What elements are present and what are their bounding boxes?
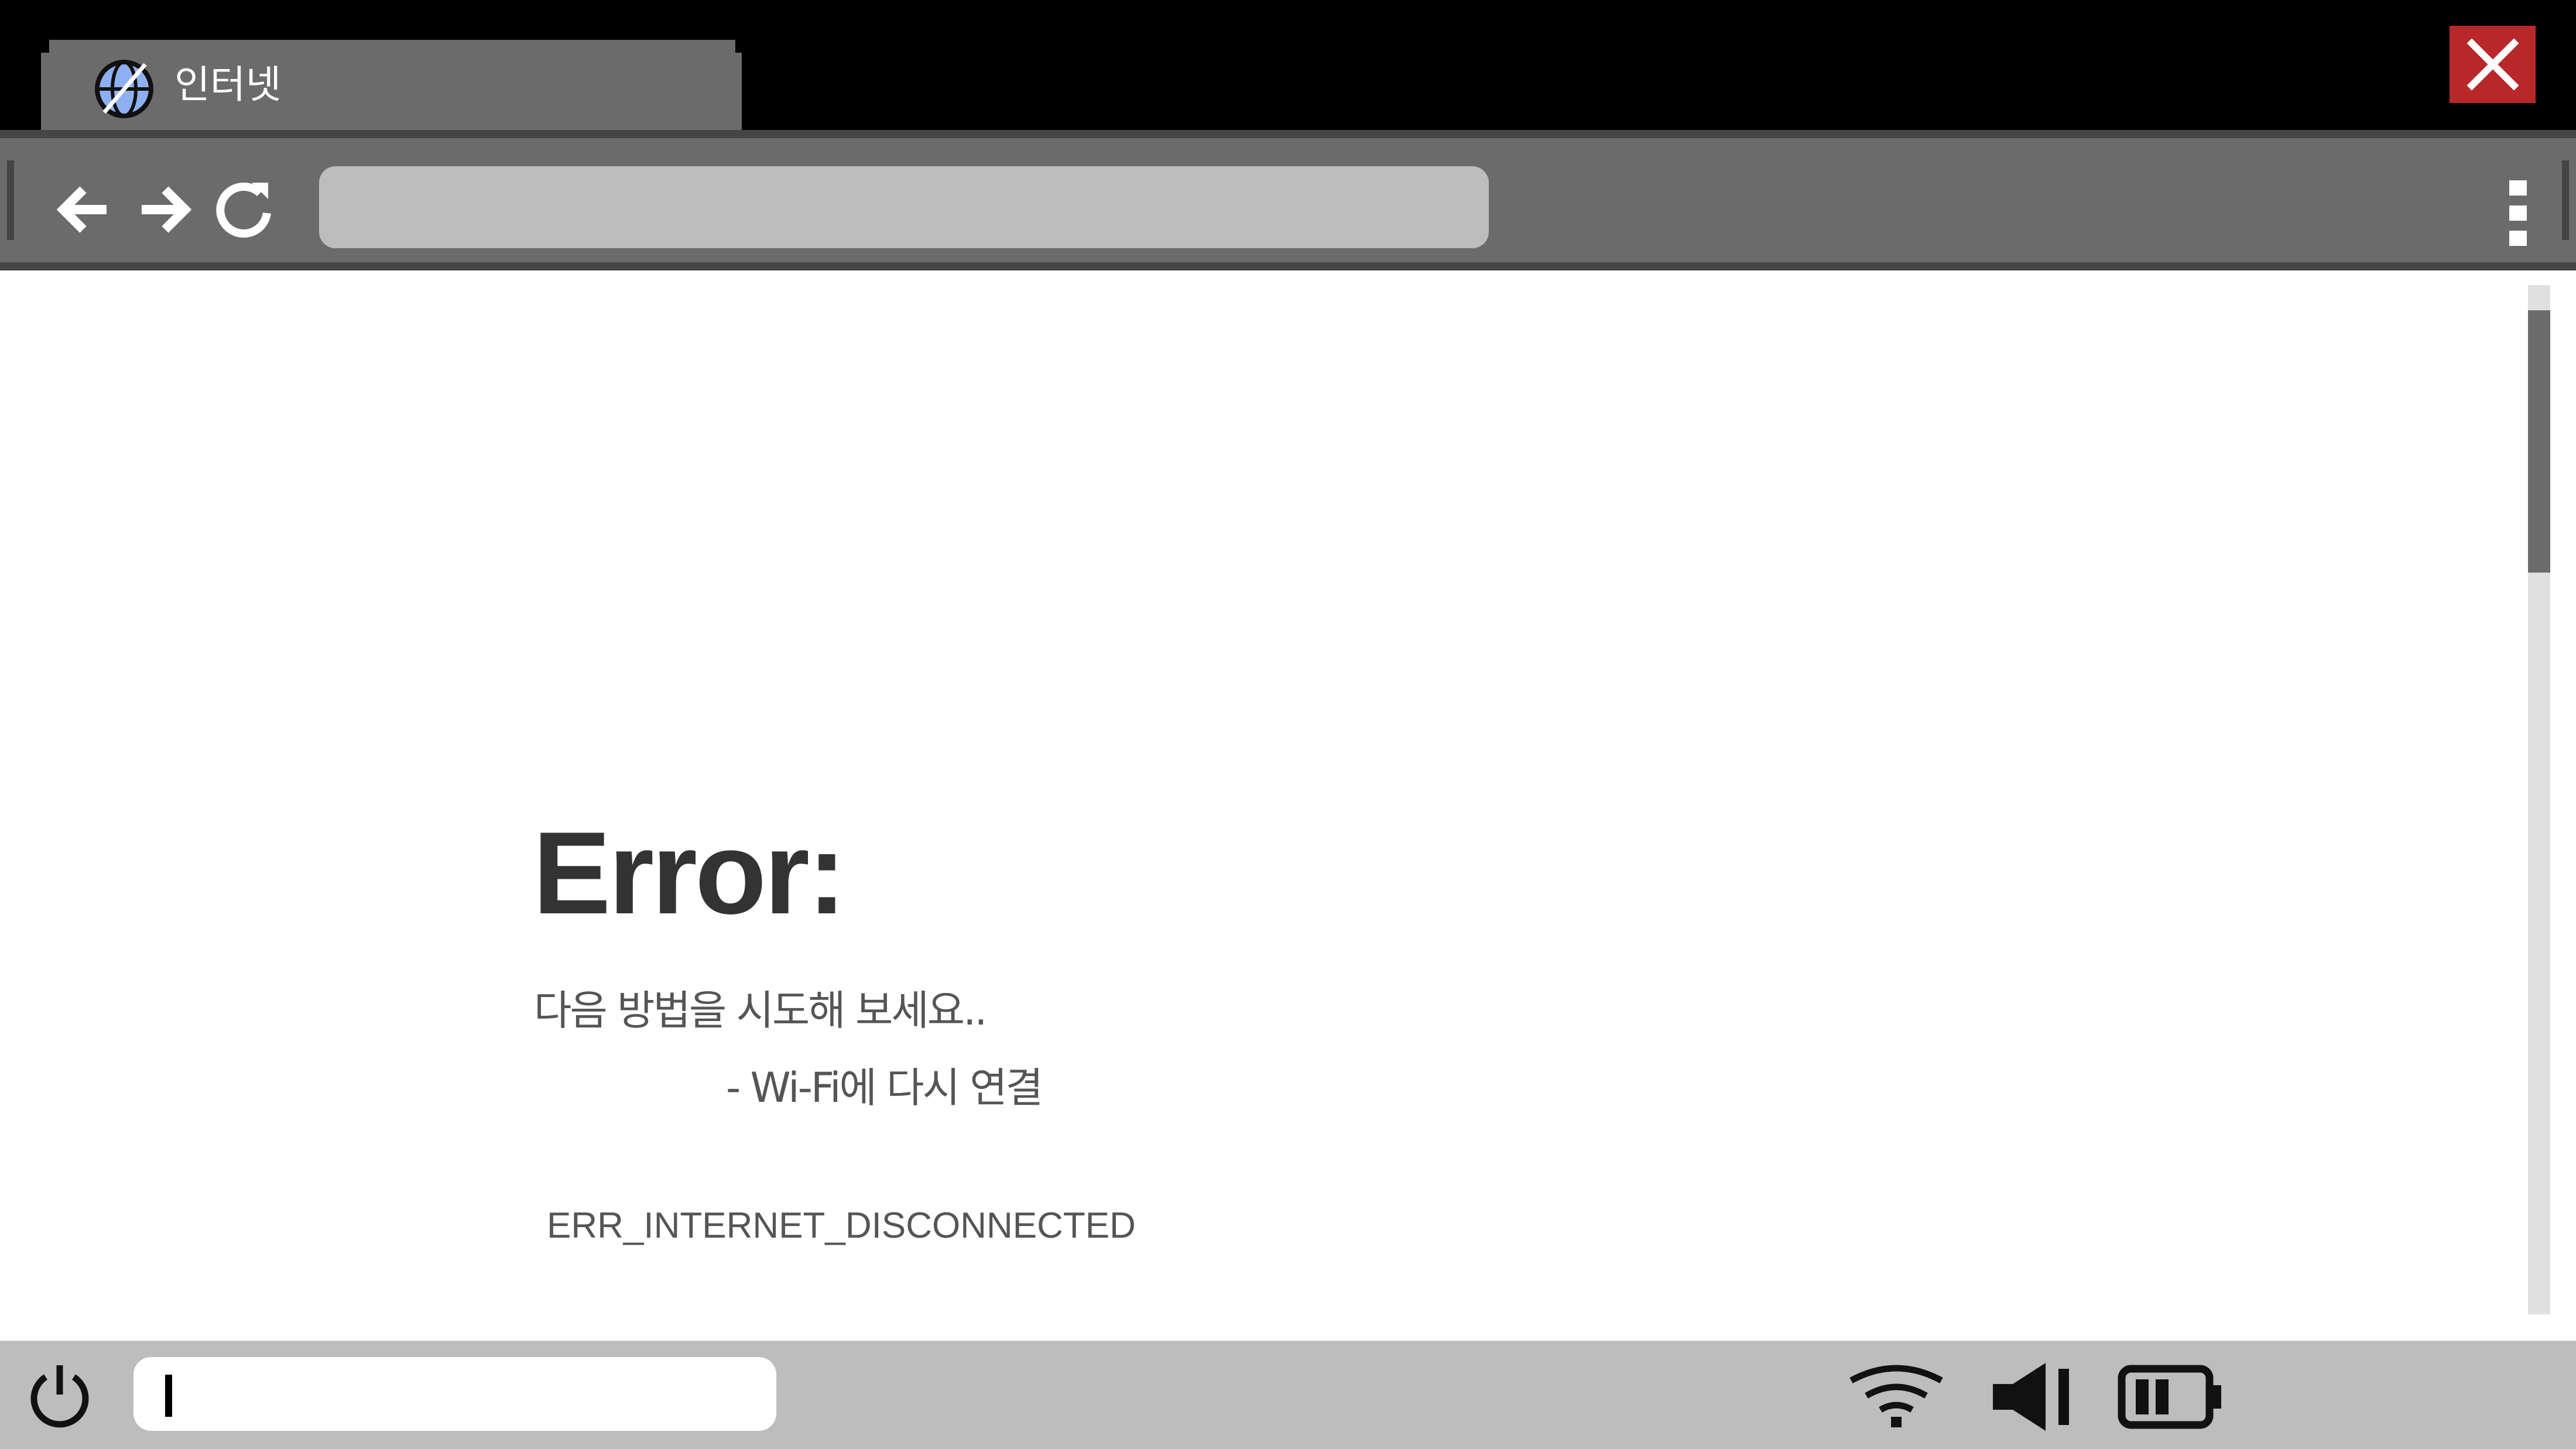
volume-icon[interactable]: [1989, 1361, 2076, 1433]
scrollbar-thumb[interactable]: [2528, 310, 2550, 573]
reload-icon: [216, 182, 271, 238]
arrow-right-icon: [142, 186, 192, 233]
error-title: Error:: [533, 808, 847, 938]
address-bar[interactable]: [319, 166, 1489, 248]
suggestion-intro: 다음 방법을 시도해 보세요..: [534, 986, 988, 1034]
battery-bar: [2136, 1379, 2149, 1414]
browser-tab[interactable]: 인터넷: [41, 40, 742, 130]
page-content: Error: 다음 방법을 시도해 보세요.. - Wi-Fi에 다시 연결 E…: [0, 270, 2576, 1341]
error-code: ERR_INTERNET_DISCONNECTED: [547, 1205, 1136, 1246]
back-button[interactable]: [54, 179, 115, 240]
battery-icon[interactable]: [2117, 1362, 2224, 1432]
globe-icon: [95, 60, 153, 118]
suggestion-item: - Wi-Fi에 다시 연결: [726, 1064, 1043, 1112]
kebab-menu-icon: [2509, 180, 2527, 246]
power-button[interactable]: [23, 1359, 96, 1432]
tab-title: 인터넷: [174, 62, 282, 107]
close-icon: [2467, 38, 2519, 91]
power-icon: [30, 1365, 89, 1428]
forward-button[interactable]: [133, 179, 194, 240]
wifi-icon[interactable]: [1847, 1364, 1946, 1429]
close-button[interactable]: [2450, 26, 2536, 103]
menu-button[interactable]: [2499, 178, 2539, 248]
battery-level: [2136, 1379, 2169, 1414]
battery-bar: [2156, 1379, 2169, 1414]
taskbar: [0, 1341, 2576, 1449]
arrow-left-icon: [56, 186, 107, 233]
taskbar-search-input[interactable]: [133, 1357, 776, 1431]
reload-button[interactable]: [214, 179, 275, 240]
text-cursor: [165, 1375, 172, 1417]
title-bar: 인터넷: [0, 0, 2576, 130]
browser-toolbar: [0, 130, 2576, 270]
